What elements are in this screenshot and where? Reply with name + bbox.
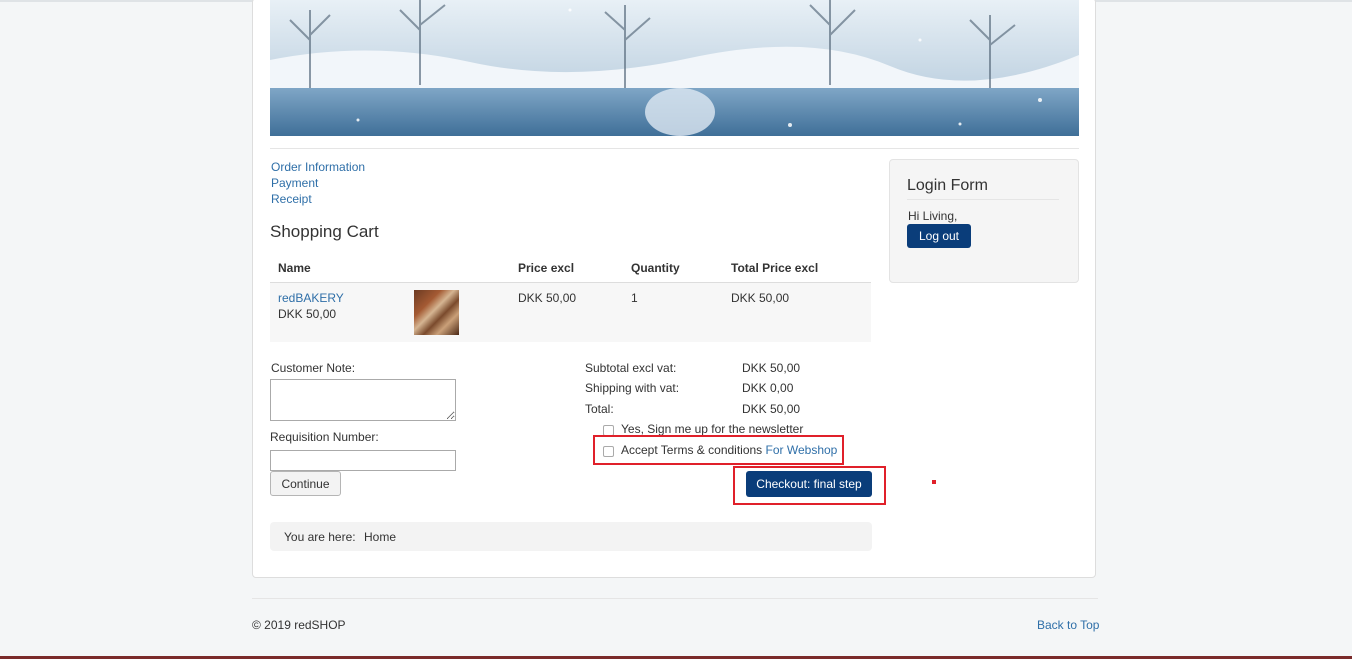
shipping-label: Shipping with vat:	[585, 381, 680, 395]
terms-label: Accept Terms & conditions	[621, 443, 763, 457]
back-to-top-link[interactable]: Back to Top	[1037, 618, 1099, 632]
header-total: Total Price excl	[723, 253, 871, 283]
login-greeting: Hi Living,	[908, 209, 958, 223]
header-banner-image	[270, 0, 1079, 136]
table-row: redBAKERY DKK 50,00 DKK 50,00 1 DKK 50,0…	[270, 282, 871, 342]
login-form-panel: Login Form Hi Living, Log out	[889, 159, 1079, 283]
terms-checkbox[interactable]	[603, 446, 614, 457]
breadcrumb-prefix: You are here:	[284, 530, 356, 544]
item-quantity: 1	[623, 282, 723, 342]
logout-button[interactable]: Log out	[907, 224, 971, 248]
newsletter-label: Yes, Sign me up for the newsletter	[621, 422, 804, 436]
breadcrumb: You are here: Home	[270, 522, 872, 551]
customer-note-label: Customer Note:	[271, 361, 356, 375]
header-name: Name	[270, 253, 394, 283]
breadcrumb-home[interactable]: Home	[364, 530, 396, 544]
step-receipt-link[interactable]: Receipt	[271, 191, 365, 207]
product-thumbnail[interactable]	[414, 290, 459, 335]
total-value: DKK 50,00	[742, 402, 801, 416]
login-title-underline	[907, 199, 1059, 200]
shipping-value: DKK 0,00	[742, 381, 794, 395]
step-payment-link[interactable]: Payment	[271, 175, 365, 191]
red-marker	[932, 480, 936, 484]
login-form-title: Login Form	[907, 177, 988, 194]
header-quantity: Quantity	[623, 253, 723, 283]
continue-button[interactable]: Continue	[270, 471, 341, 496]
copyright-text: © 2019 redSHOP	[252, 618, 346, 632]
checkout-final-step-button[interactable]: Checkout: final step	[746, 471, 872, 497]
subtotal-label: Subtotal excl vat:	[585, 361, 677, 375]
shopping-cart-title: Shopping Cart	[270, 222, 379, 241]
customer-note-textarea[interactable]	[270, 379, 456, 421]
terms-link[interactable]: For Webshop	[766, 443, 838, 457]
item-name-cell: redBAKERY DKK 50,00	[270, 282, 394, 342]
requisition-number-input[interactable]	[270, 450, 456, 471]
item-total: DKK 50,00	[723, 282, 871, 342]
total-label: Total:	[585, 402, 614, 416]
cart-table: Name Price excl Quantity Total Price exc…	[270, 253, 871, 342]
item-unit-price: DKK 50,00	[278, 307, 337, 321]
header-image	[394, 253, 510, 283]
terms-label-group: Accept Terms & conditions For Webshop	[621, 443, 837, 457]
header-price: Price excl	[510, 253, 623, 283]
footer-divider	[252, 598, 1098, 599]
subtotal-value: DKK 50,00	[742, 361, 801, 375]
step-order-information-link[interactable]: Order Information	[271, 159, 365, 175]
checkout-steps: Order Information Payment Receipt	[271, 159, 365, 207]
divider	[270, 148, 1079, 149]
product-link[interactable]: redBAKERY	[278, 291, 344, 305]
item-price: DKK 50,00	[510, 282, 623, 342]
item-image-cell	[394, 282, 510, 342]
cart-table-header: Name Price excl Quantity Total Price exc…	[270, 253, 871, 283]
requisition-number-label: Requisition Number:	[270, 430, 379, 444]
